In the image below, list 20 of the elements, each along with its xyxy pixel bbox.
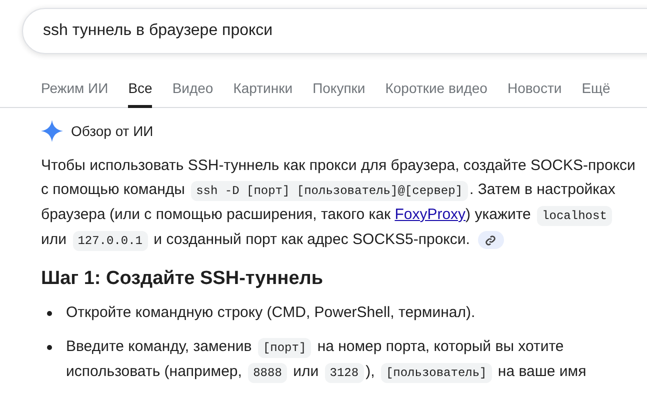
tab[interactable]: Все [128, 74, 152, 108]
tab[interactable]: Покупки [312, 74, 366, 108]
tab[interactable]: Режим ИИ [41, 74, 108, 108]
bullet-icon [47, 345, 52, 350]
tab[interactable]: Видео [172, 74, 214, 108]
sparkle-icon [41, 120, 63, 142]
step-heading: Шаг 1: Создайте SSH-туннель [41, 267, 324, 291]
search-field[interactable]: ssh туннель в браузере прокси [43, 19, 443, 43]
section-title: Обзор от ИИ [71, 122, 154, 141]
overview-paragraph: Чтобы использовать SSH-туннель как прокси для браузера, создайте SOCKS-прокси с помощью команды ssh -D [порт] [пользователь]@[сервер] . Затем в настройках браузера (или с помощью расширения, такого как FoxyProxy) укажите localhost или 127.0.0.1 и созданный порт как адрес SOCKS5-прокси. [41, 154, 641, 253]
bullet-icon [47, 311, 52, 316]
tab[interactable]: Новости [507, 74, 562, 108]
bullet-text: Откройте командную строку (CMD, PowerShell, терминал). [66, 303, 476, 323]
bullet-text: Введите команду, заменив [порт] на номер порта, который вы хотите использовать (например, 8888 или 3128 ), [пользователь] на ваше имя [66, 335, 626, 385]
tab[interactable]: Ещё [582, 74, 610, 108]
link-chip-icon[interactable] [478, 231, 504, 250]
link[interactable]: FoxyProxy [394, 206, 466, 223]
search-bar[interactable]: ssh туннель в браузере прокси [22, 8, 647, 54]
tab[interactable]: Картинки [233, 74, 293, 108]
tab[interactable]: Короткие видео [385, 74, 488, 108]
